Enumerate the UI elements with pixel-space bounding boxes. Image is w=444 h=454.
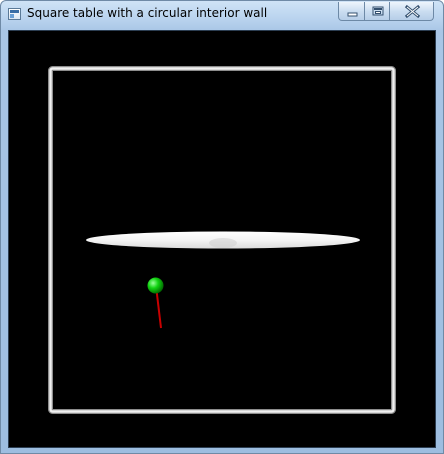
app-icon[interactable] xyxy=(8,8,21,20)
wall-shading xyxy=(209,238,237,248)
green-ball[interactable] xyxy=(147,277,164,294)
minimize-button[interactable] xyxy=(338,2,365,21)
close-button[interactable] xyxy=(389,2,434,21)
window-title: Square table with a circular interior wa… xyxy=(27,6,268,20)
close-icon xyxy=(404,4,421,19)
restore-icon xyxy=(372,6,384,16)
maximize-button[interactable] xyxy=(364,2,390,21)
app-window: Square table with a circular interior wa… xyxy=(0,0,444,454)
minimize-icon xyxy=(347,12,358,17)
title-bar[interactable]: Square table with a circular interior wa… xyxy=(1,1,443,29)
scene-view xyxy=(9,31,435,447)
render-canvas[interactable] xyxy=(8,30,436,448)
